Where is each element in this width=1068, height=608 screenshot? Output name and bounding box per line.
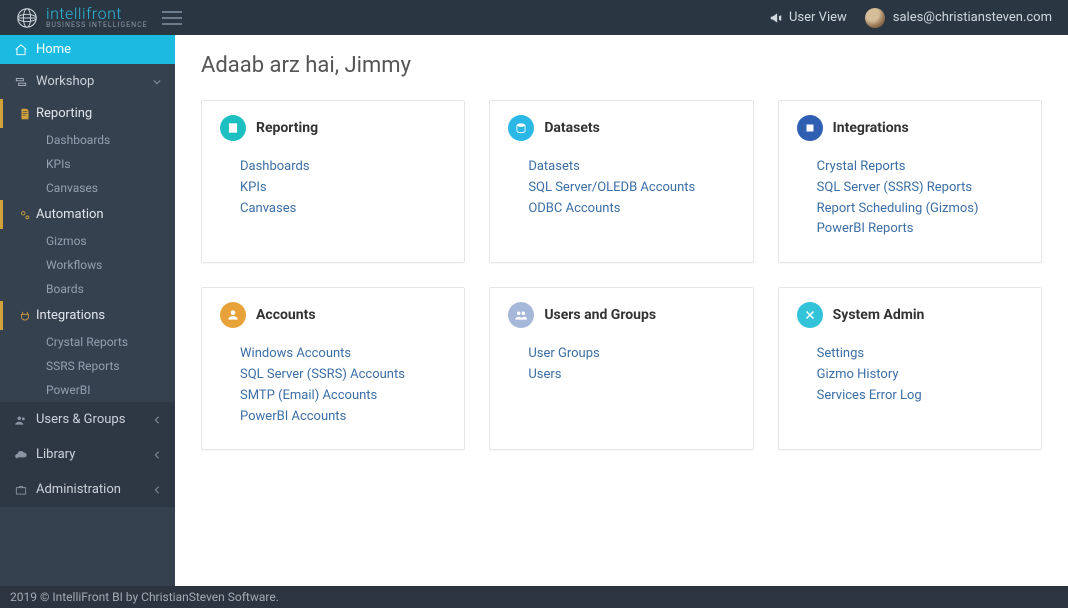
card-system-admin-title: System Admin xyxy=(833,307,925,323)
system-admin-icon xyxy=(797,302,823,328)
footer-text: 2019 © IntelliFront BI by ChristianSteve… xyxy=(10,590,279,604)
card-grid: Reporting Dashboards KPIs Canvases Datas… xyxy=(201,100,1042,450)
nav-automation-label: Automation xyxy=(36,207,104,222)
topbar: intellifront BUSINESS INTELLIGENCE User … xyxy=(0,0,1068,35)
nav-reporting-canvases[interactable]: Canvases xyxy=(0,176,175,200)
nav-reporting-label: Reporting xyxy=(36,106,92,121)
page-title: Adaab arz hai, Jimmy xyxy=(201,53,1042,78)
card-datasets: Datasets Datasets SQL Server/OLEDB Accou… xyxy=(489,100,753,263)
link-dashboards[interactable]: Dashboards xyxy=(220,157,446,178)
link-smtp-accounts[interactable]: SMTP (Email) Accounts xyxy=(220,386,446,407)
document-icon xyxy=(18,107,32,121)
sidebar-toggle[interactable] xyxy=(162,11,182,25)
integrations-icon xyxy=(797,115,823,141)
cogs-icon xyxy=(18,208,32,222)
brand-name: intellifront xyxy=(46,6,148,22)
link-kpis[interactable]: KPIs xyxy=(220,178,446,199)
card-integrations: Integrations Crystal Reports SQL Server … xyxy=(778,100,1042,263)
link-ssrs-reports[interactable]: SQL Server (SSRS) Reports xyxy=(797,178,1023,199)
link-settings[interactable]: Settings xyxy=(797,344,1023,365)
card-integrations-title: Integrations xyxy=(833,120,909,136)
nav-automation[interactable]: Automation xyxy=(0,200,175,229)
nav-workshop-label: Workshop xyxy=(36,74,94,89)
card-users-groups-title: Users and Groups xyxy=(544,307,656,323)
nav-integrations-crystal[interactable]: Crystal Reports xyxy=(0,330,175,354)
chevron-down-icon xyxy=(153,78,161,86)
card-users-groups: Users and Groups User Groups Users xyxy=(489,287,753,450)
link-crystal-reports[interactable]: Crystal Reports xyxy=(797,157,1023,178)
briefcase-icon xyxy=(14,483,28,497)
plug-icon xyxy=(18,309,32,323)
nav-users-groups-label: Users & Groups xyxy=(36,412,125,427)
nav-reporting-kpis[interactable]: KPIs xyxy=(0,152,175,176)
card-accounts: Accounts Windows Accounts SQL Server (SS… xyxy=(201,287,465,450)
users-icon xyxy=(14,413,28,427)
nav-integrations-powerbi[interactable]: PowerBI xyxy=(0,378,175,402)
sidebar: Home Workshop Reporting Dashboards KPIs … xyxy=(0,35,175,586)
nav-integrations-label: Integrations xyxy=(36,308,105,323)
link-powerbi-reports[interactable]: PowerBI Reports xyxy=(797,219,1023,240)
reporting-icon xyxy=(220,115,246,141)
card-reporting: Reporting Dashboards KPIs Canvases xyxy=(201,100,465,263)
nav-automation-gizmos[interactable]: Gizmos xyxy=(0,229,175,253)
card-accounts-title: Accounts xyxy=(256,307,316,323)
link-users[interactable]: Users xyxy=(508,365,734,386)
cloud-icon xyxy=(14,448,28,462)
workshop-icon xyxy=(14,75,28,89)
nav-workshop[interactable]: Workshop xyxy=(0,64,175,99)
user-view-label: User View xyxy=(789,10,847,25)
nav-home-label: Home xyxy=(36,42,71,57)
nav-reporting[interactable]: Reporting xyxy=(0,99,175,128)
account-email: sales@christiansteven.com xyxy=(893,10,1052,25)
link-powerbi-accounts[interactable]: PowerBI Accounts xyxy=(220,407,446,428)
card-reporting-title: Reporting xyxy=(256,120,318,136)
footer: 2019 © IntelliFront BI by ChristianSteve… xyxy=(0,586,1068,608)
brand-logo-icon xyxy=(16,7,38,29)
nav-integrations[interactable]: Integrations xyxy=(0,301,175,330)
link-windows-accounts[interactable]: Windows Accounts xyxy=(220,344,446,365)
link-user-groups[interactable]: User Groups xyxy=(508,344,734,365)
nav-reporting-dashboards[interactable]: Dashboards xyxy=(0,128,175,152)
users-groups-icon xyxy=(508,302,534,328)
user-view-toggle[interactable]: User View xyxy=(769,10,847,25)
link-services-error-log[interactable]: Services Error Log xyxy=(797,386,1023,407)
link-report-scheduling[interactable]: Report Scheduling (Gizmos) xyxy=(797,199,1023,220)
main-content: Adaab arz hai, Jimmy Reporting Dashboard… xyxy=(175,35,1068,586)
nav-integrations-ssrs[interactable]: SSRS Reports xyxy=(0,354,175,378)
avatar xyxy=(865,8,885,28)
nav-users-groups[interactable]: Users & Groups xyxy=(0,402,175,437)
chevron-left-icon xyxy=(153,416,161,424)
brand[interactable]: intellifront BUSINESS INTELLIGENCE xyxy=(16,6,148,29)
home-icon xyxy=(14,43,28,57)
nav-automation-workflows[interactable]: Workflows xyxy=(0,253,175,277)
account-menu[interactable]: sales@christiansteven.com xyxy=(865,8,1052,28)
chevron-left-icon xyxy=(153,451,161,459)
accounts-icon xyxy=(220,302,246,328)
chevron-left-icon xyxy=(153,486,161,494)
card-system-admin: System Admin Settings Gizmo History Serv… xyxy=(778,287,1042,450)
nav-automation-boards[interactable]: Boards xyxy=(0,277,175,301)
card-datasets-title: Datasets xyxy=(544,120,600,136)
datasets-icon xyxy=(508,115,534,141)
nav-home[interactable]: Home xyxy=(0,35,175,64)
link-sqlserver-oledb[interactable]: SQL Server/OLEDB Accounts xyxy=(508,178,734,199)
link-sqlserver-ssrs-accounts[interactable]: SQL Server (SSRS) Accounts xyxy=(220,365,446,386)
nav-library[interactable]: Library xyxy=(0,437,175,472)
nav-administration[interactable]: Administration xyxy=(0,472,175,507)
link-odbc[interactable]: ODBC Accounts xyxy=(508,199,734,220)
link-gizmo-history[interactable]: Gizmo History xyxy=(797,365,1023,386)
nav-administration-label: Administration xyxy=(36,482,121,497)
megaphone-icon xyxy=(769,11,783,25)
link-datasets[interactable]: Datasets xyxy=(508,157,734,178)
link-canvases[interactable]: Canvases xyxy=(220,199,446,220)
nav-library-label: Library xyxy=(36,447,75,462)
brand-sub: BUSINESS INTELLIGENCE xyxy=(46,22,148,29)
